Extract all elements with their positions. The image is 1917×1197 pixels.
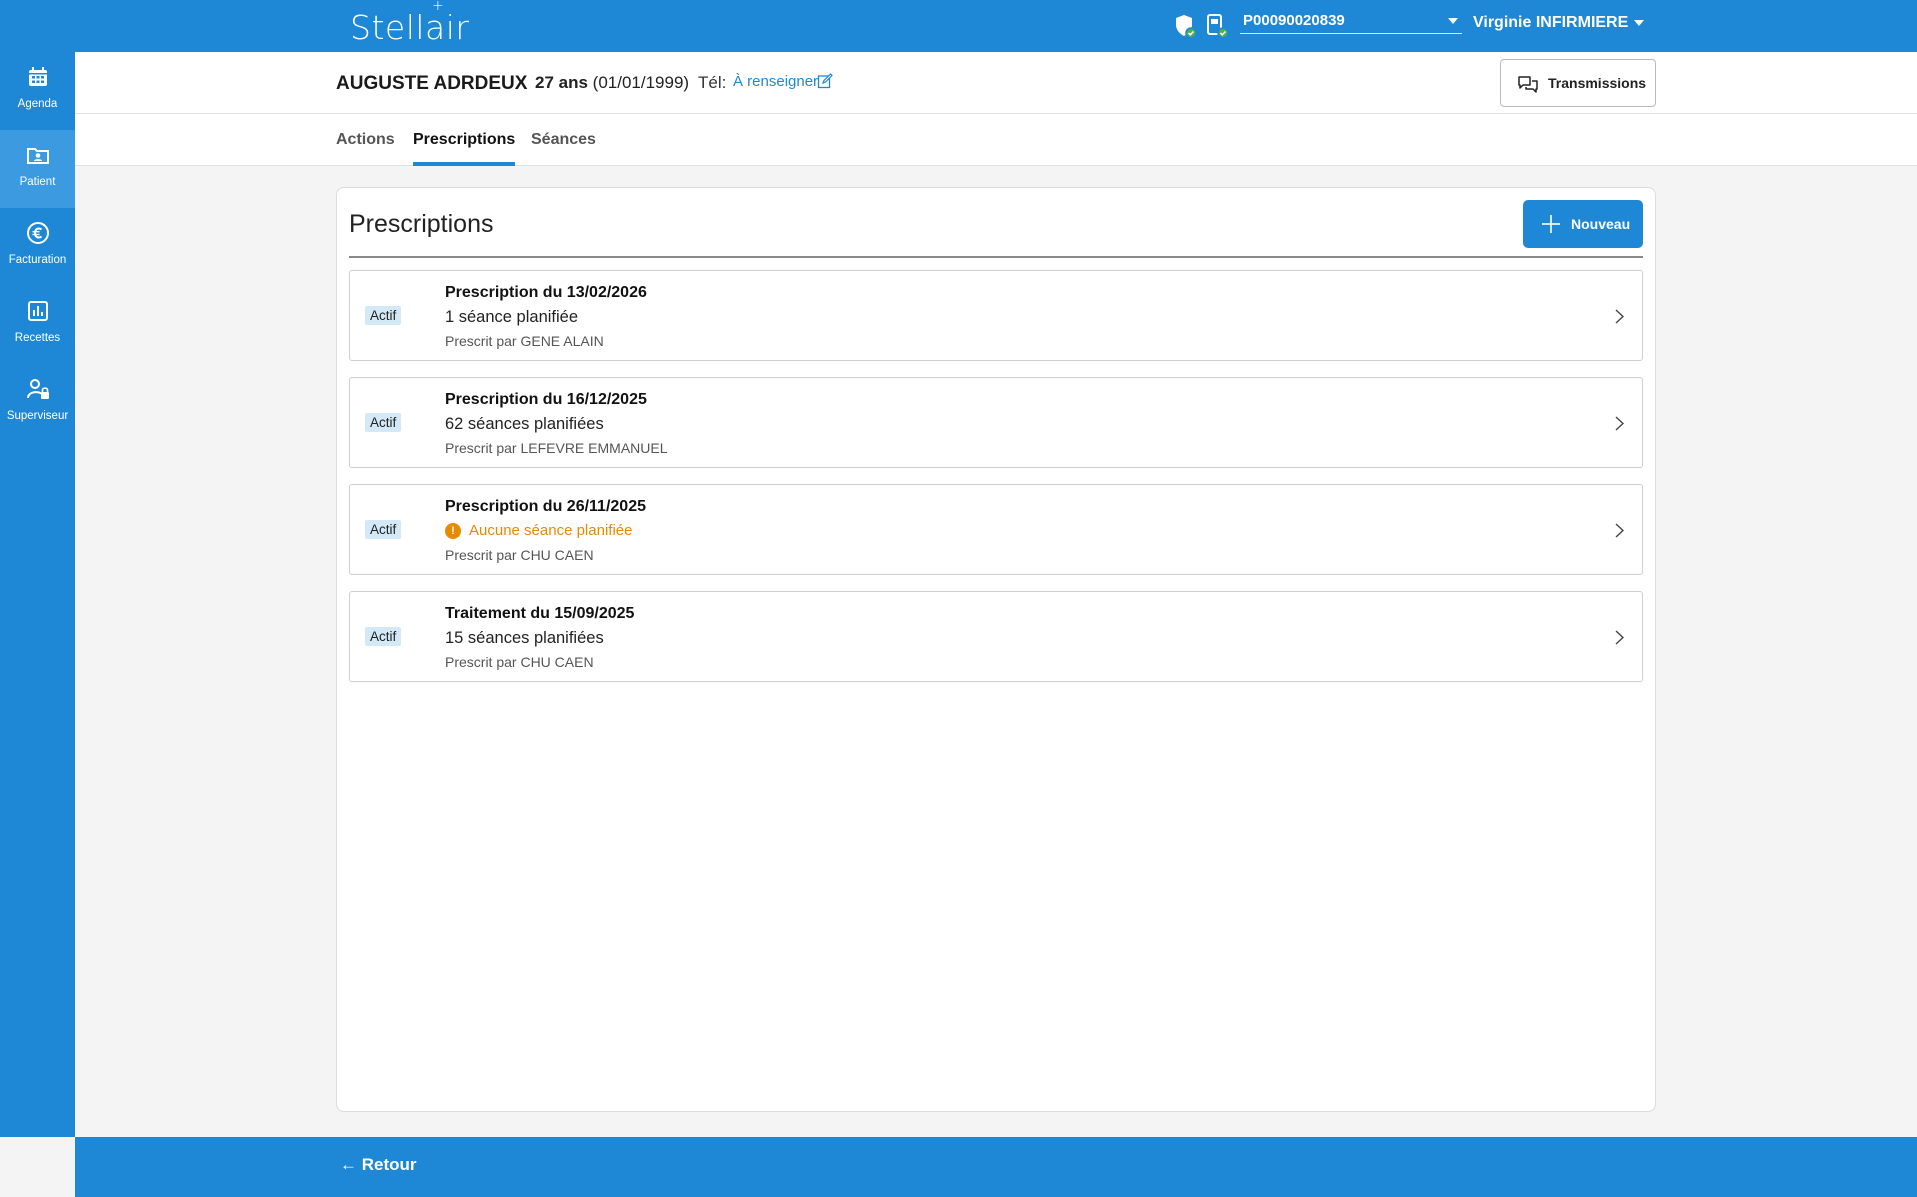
- sidebar-item-superviseur[interactable]: Superviseur: [0, 364, 75, 442]
- user-lock-icon: [27, 379, 49, 399]
- prescriptions-card: Prescriptions Nouveau Actif Prescription…: [336, 187, 1656, 1112]
- bar-chart-icon: [28, 301, 48, 321]
- prescription-title: Prescription du 13/02/2026: [445, 284, 647, 301]
- sidebar-item-label: Recettes: [14, 332, 61, 344]
- status-badge: Actif: [365, 306, 402, 325]
- patient-name: AUGUSTE ADRDEUX: [336, 73, 528, 94]
- tab-bar: Actions Prescriptions Séances: [75, 114, 1917, 166]
- sidebar-item-agenda[interactable]: Agenda: [0, 52, 75, 130]
- back-button[interactable]: ← Retour: [340, 1155, 417, 1175]
- chevron-right-icon: [1615, 630, 1624, 645]
- chevron-right-icon: [1615, 416, 1624, 431]
- device-select[interactable]: P00090020839: [1240, 12, 1462, 34]
- transmissions-button[interactable]: Transmissions: [1500, 59, 1656, 107]
- prescription-sessions: 62 séances planifiées: [445, 415, 604, 433]
- sidebar: Agenda Patient Facturation Recettes Supe…: [0, 52, 75, 1137]
- patient-birthdate: (01/01/1999): [592, 73, 690, 92]
- no-session-warning: ! Aucune séance planifiée: [445, 522, 632, 539]
- patient-age-years: 27 ans: [535, 73, 588, 92]
- tab-prescriptions[interactable]: Prescriptions: [413, 131, 516, 166]
- app-logo[interactable]: Stellair +: [350, 0, 469, 47]
- top-bar: Stellair + P00090020839 Virginie INFIRMIE…: [0, 0, 1917, 52]
- prescription-item[interactable]: Actif Prescription du 26/11/2025 ! Aucune…: [349, 484, 1643, 575]
- warning-icon: !: [445, 523, 461, 539]
- patient-folder-icon: [27, 148, 49, 164]
- euro-icon: [27, 222, 49, 244]
- sidebar-item-label: Patient: [19, 176, 56, 188]
- status-badge: Actif: [365, 413, 402, 432]
- prescription-title: Traitement du 15/09/2025: [445, 605, 635, 622]
- status-badge: Actif: [365, 520, 402, 539]
- sidebar-item-recettes[interactable]: Recettes: [0, 286, 75, 364]
- prescription-item[interactable]: Actif Traitement du 15/09/2025 15 séance…: [349, 591, 1643, 682]
- chevron-down-icon: [1448, 18, 1458, 24]
- prescription-prescriber: Prescrit par GENE ALAIN: [445, 333, 604, 349]
- chevron-right-icon: [1615, 523, 1624, 538]
- warning-text: Aucune séance planifiée: [469, 522, 633, 539]
- logo-star-icon: +: [432, 0, 445, 14]
- sidebar-item-label: Agenda: [17, 98, 58, 110]
- shield-check-icon[interactable]: [1173, 13, 1197, 39]
- new-button-label: Nouveau: [1571, 216, 1631, 232]
- device-id: P00090020839: [1243, 12, 1345, 29]
- chat-bubbles-icon: [1518, 76, 1538, 93]
- footer-bar: ← Retour: [75, 1137, 1917, 1197]
- prescription-title: Prescription du 16/12/2025: [445, 391, 647, 408]
- user-name: Virginie INFIRMIERE: [1473, 14, 1629, 31]
- sidebar-item-facturation[interactable]: Facturation: [0, 208, 75, 286]
- tel-label: Tél:: [698, 73, 727, 92]
- new-prescription-button[interactable]: Nouveau: [1523, 200, 1643, 248]
- prescription-prescriber: Prescrit par CHU CAEN: [445, 654, 594, 670]
- tab-seances[interactable]: Séances: [531, 131, 596, 166]
- prescription-prescriber: Prescrit par CHU CAEN: [445, 547, 594, 563]
- card-reader-icon[interactable]: [1205, 13, 1229, 39]
- prescription-item[interactable]: Actif Prescription du 16/12/2025 62 séan…: [349, 377, 1643, 468]
- tab-actions[interactable]: Actions: [336, 131, 395, 166]
- prescription-sessions: 1 séance planifiée: [445, 308, 579, 326]
- patient-header: AUGUSTE ADRDEUX 27 ans (01/01/1999) Tél:…: [75, 52, 1917, 114]
- page-title: Prescriptions: [349, 210, 494, 238]
- divider: [349, 256, 1643, 258]
- patient-age: 27 ans (01/01/1999): [535, 73, 689, 93]
- chevron-right-icon: [1615, 309, 1624, 324]
- tel-value-link[interactable]: À renseigner: [733, 73, 818, 90]
- prescription-sessions: 15 séances planifiées: [445, 629, 604, 647]
- sidebar-item-label: Superviseur: [6, 410, 69, 422]
- arrow-left-icon: ←: [340, 1155, 357, 1174]
- prescription-title: Prescription du 26/11/2025: [445, 498, 646, 515]
- sidebar-item-patient[interactable]: Patient: [0, 130, 75, 208]
- status-badge: Actif: [365, 627, 402, 646]
- plus-icon: [1542, 215, 1560, 233]
- sidebar-item-label: Facturation: [8, 254, 67, 266]
- prescription-item[interactable]: Actif Prescription du 13/02/2026 1 séanc…: [349, 270, 1643, 361]
- transmissions-label: Transmissions: [1548, 75, 1647, 91]
- back-label: Retour: [361, 1155, 417, 1174]
- chevron-down-icon: [1634, 19, 1645, 26]
- prescription-prescriber: Prescrit par LEFEVRE EMMANUEL: [445, 440, 668, 456]
- user-menu[interactable]: Virginie INFIRMIERE: [1473, 14, 1645, 32]
- calendar-icon: [29, 67, 47, 86]
- edit-icon[interactable]: [817, 73, 833, 89]
